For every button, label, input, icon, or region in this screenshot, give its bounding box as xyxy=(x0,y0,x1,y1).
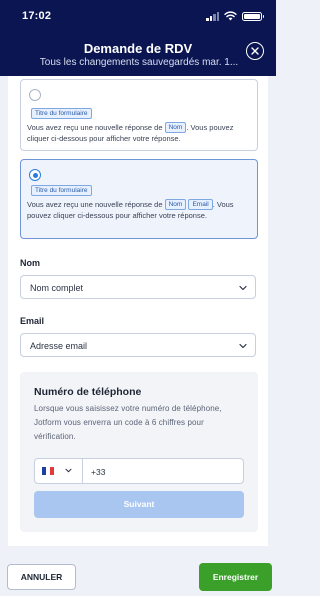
page-title: Demande de RDV xyxy=(83,41,193,56)
nom-label: Nom xyxy=(20,258,40,268)
phone-description: Lorsque vous saisissez votre numéro de t… xyxy=(34,404,222,441)
form-content[interactable]: Titre du formulaire Vous avez reçu une n… xyxy=(8,76,268,546)
chip-field-email: Email xyxy=(188,199,213,210)
nom-select[interactable]: Nom complet xyxy=(20,275,256,299)
chip-form-title: Titre du formulaire xyxy=(31,185,92,196)
flag-france-icon xyxy=(42,467,54,475)
phone-verification-panel: Numéro de téléphone Lorsque vous saisiss… xyxy=(20,372,258,532)
nom-select-value: Nom complet xyxy=(30,283,84,293)
option-1-text: Vous avez reçu une nouvelle réponse de N… xyxy=(27,122,234,143)
email-label: Email xyxy=(20,316,45,326)
status-time: 17:02 xyxy=(22,10,52,22)
email-template-option-2[interactable]: Titre du formulaire Vous avez reçu une n… xyxy=(20,159,258,239)
option-2-text: Vous avez reçu une nouvelle réponse de N… xyxy=(27,199,234,220)
email-template-option-1[interactable]: Titre du formulaire Vous avez reçu une n… xyxy=(20,79,258,151)
phone-input-row: +33 xyxy=(34,458,244,484)
phone-number-input[interactable]: +33 xyxy=(91,467,105,477)
phone-title: Numéro de téléphone xyxy=(34,386,142,398)
radio-option-2[interactable] xyxy=(29,169,41,181)
chevron-down-icon xyxy=(239,285,247,291)
email-select-value: Adresse email xyxy=(30,341,88,351)
chip-form-title: Titre du formulaire xyxy=(31,108,92,119)
status-bar: 17:02 xyxy=(0,0,276,30)
wifi-icon xyxy=(224,11,237,21)
radio-option-1[interactable] xyxy=(29,89,41,101)
email-select[interactable]: Adresse email xyxy=(20,333,256,357)
close-button[interactable] xyxy=(246,42,264,60)
app-header: 17:02 Demande de RDV Tous les changement… xyxy=(0,0,276,76)
close-icon xyxy=(251,47,259,55)
signal-icon xyxy=(206,11,219,21)
chip-field-nom: Nom xyxy=(164,122,187,133)
chip-field-nom: Nom xyxy=(164,199,187,210)
country-selector[interactable] xyxy=(35,459,83,483)
battery-icon xyxy=(242,11,264,21)
status-icons xyxy=(206,11,264,21)
chevron-down-icon xyxy=(65,468,72,473)
next-button[interactable]: Suivant xyxy=(34,491,244,518)
save-button[interactable]: Enregistrer xyxy=(199,563,272,591)
cancel-button[interactable]: ANNULER xyxy=(7,564,76,590)
save-status: Tous les changements sauvegardés mar. 1.… xyxy=(39,57,239,68)
chevron-down-icon xyxy=(239,343,247,349)
